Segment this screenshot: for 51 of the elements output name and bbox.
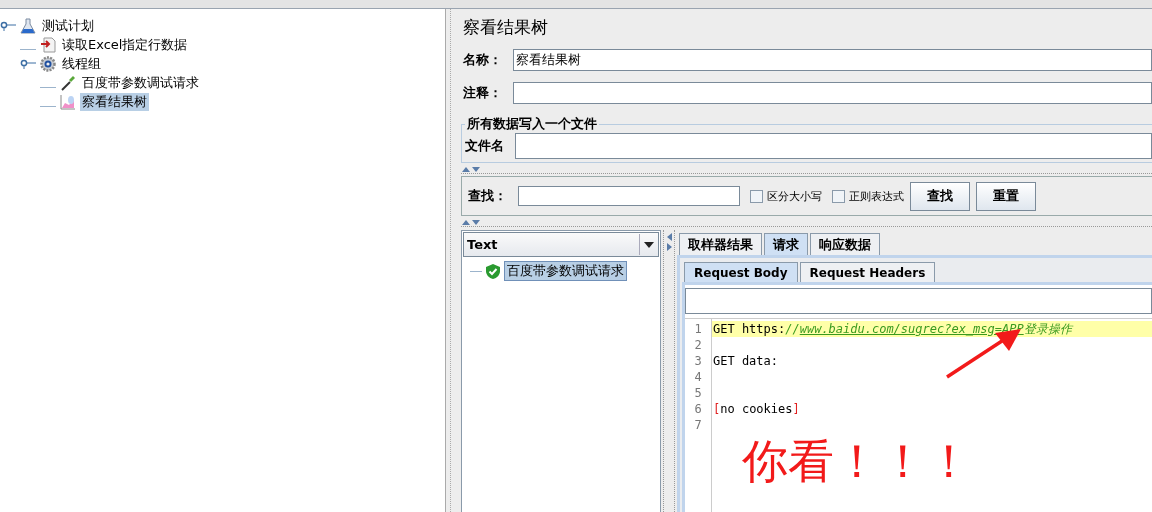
line-number: 5 [693,385,703,401]
find-button[interactable]: 查找 [910,181,970,211]
line-number: 7 [693,417,703,433]
checkbox-label: 区分大小写 [767,188,822,204]
shield-check-icon [486,263,500,279]
field-label: 查找： [468,187,508,205]
code-line: [no cookies] [712,401,801,417]
annotation-text: 你看！！！ [742,433,972,489]
expand-handle-icon[interactable] [20,58,36,69]
tab[interactable]: 响应数据 [810,233,880,255]
result-item[interactable]: 百度带参数调试请求 [504,261,627,281]
tree-item[interactable]: 线程组 [60,54,103,73]
checkbox-label: 正则表达式 [849,188,904,204]
expand-handle-icon[interactable] [0,20,16,31]
text-field[interactable]: 察看结果树 [513,49,1152,71]
splitter-arrows-icon[interactable] [666,232,672,252]
panel-title: 察看结果树 [463,16,549,39]
tab[interactable]: Request Body [684,262,798,282]
line-number: 1 [693,321,703,337]
tab[interactable]: Request Headers [799,262,936,282]
code-line: GET data: [712,353,780,369]
chart-icon [60,93,76,110]
search-field[interactable] [518,186,740,206]
gear-icon [40,55,56,72]
flask-icon [20,17,36,34]
text-field[interactable] [515,133,1152,159]
tab[interactable]: 取样器结果 [679,233,762,255]
checkbox[interactable] [750,189,763,203]
line-number: 2 [693,337,703,353]
tree-item[interactable]: 百度带参数调试请求 [80,73,201,92]
pipette-icon [60,74,76,91]
line-number: 4 [693,369,703,385]
text-field[interactable] [685,288,1152,314]
tab[interactable]: 请求 [764,233,808,255]
group-title: 所有数据写入一个文件 [466,115,598,133]
line-number: 3 [693,353,703,369]
splitter-arrows-icon[interactable] [461,166,481,172]
document-arrow-icon [40,36,56,53]
tree-item[interactable]: 测试计划 [40,16,96,35]
reset-button[interactable]: 重置 [976,181,1036,211]
line-number: 6 [693,401,703,417]
text-field[interactable] [513,82,1152,104]
field-label: 注释： [463,84,503,102]
field-label: 名称： [463,51,503,69]
checkbox[interactable] [832,189,845,203]
field-label: 文件名 [465,137,505,155]
tree-item[interactable]: 读取Excel指定行数据 [60,35,190,54]
renderer-dropdown[interactable]: Text [463,232,659,257]
splitter-arrows-icon[interactable] [461,219,481,225]
dropdown-arrow-icon [644,241,654,248]
tree-item[interactable]: 察看结果树 [80,92,149,111]
